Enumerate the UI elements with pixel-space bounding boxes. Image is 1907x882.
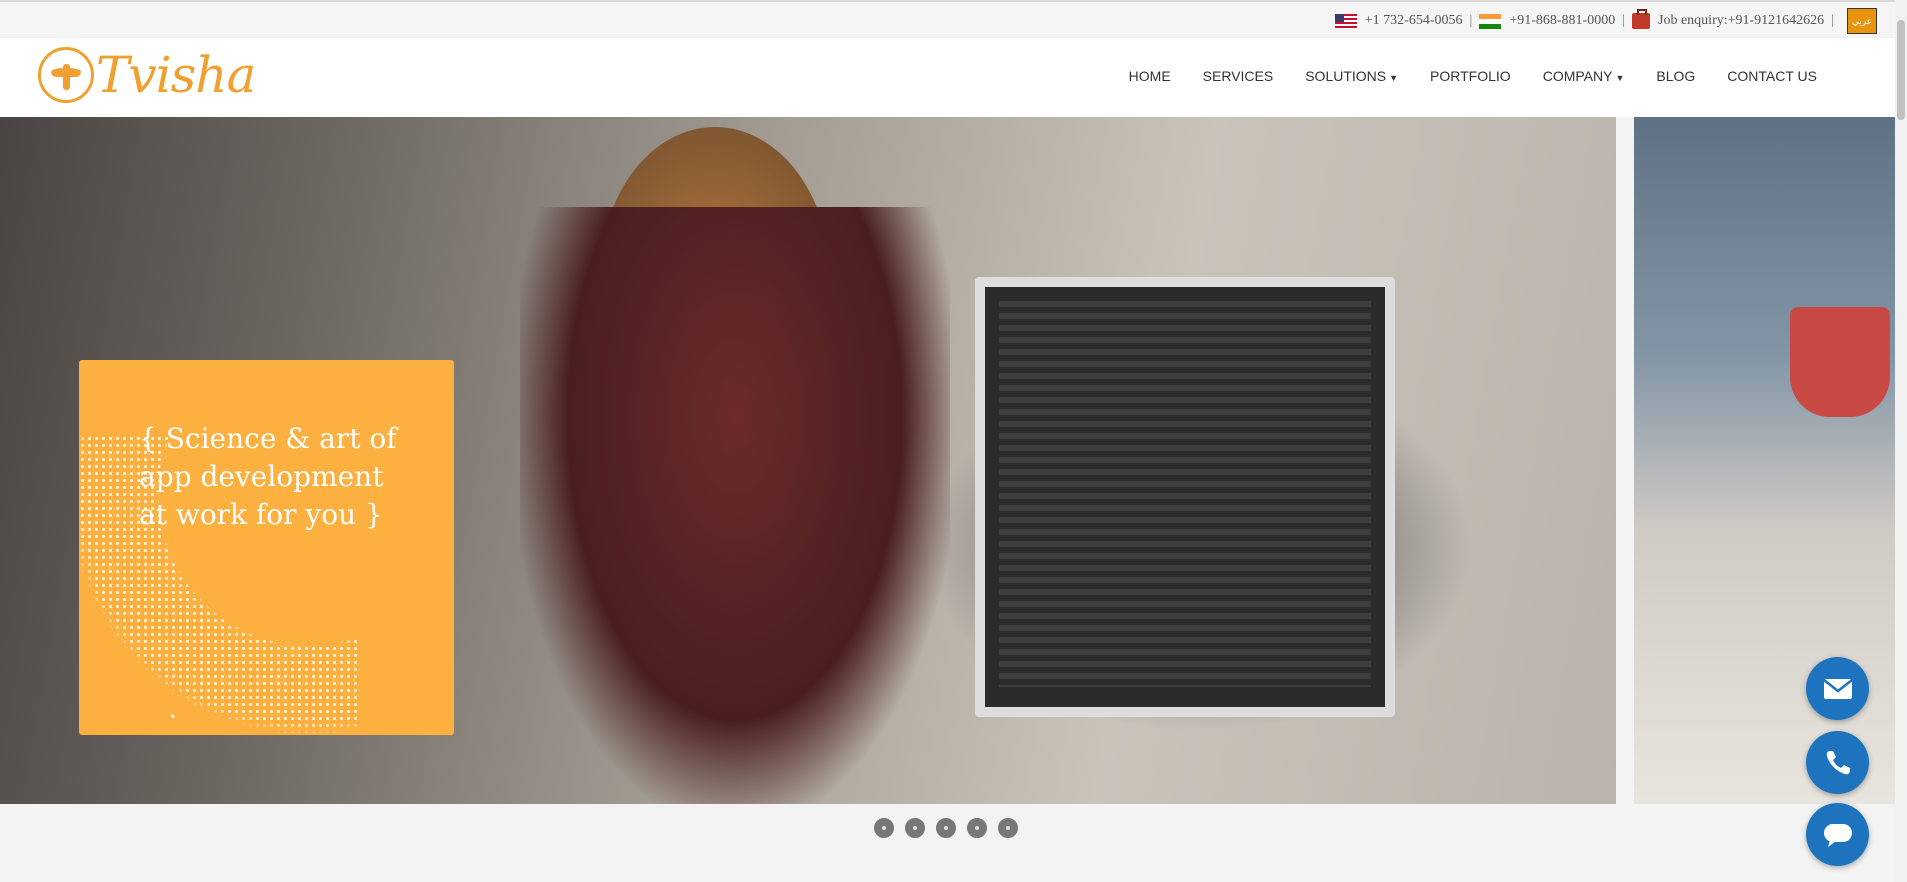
chat-button[interactable] [1806,803,1869,866]
email-button[interactable] [1806,657,1869,720]
site-header: Tvisha HOME SERVICES SOLUTIONS ▼ PORTFOLI… [0,38,1907,117]
next-slide-mug [1790,307,1890,417]
slider-dot-3[interactable] [936,818,956,838]
scrollbar-thumb[interactable] [1897,20,1905,120]
job-enquiry[interactable]: Job enquiry:+91-9121642626 [1658,13,1824,29]
nav-solutions[interactable]: SOLUTIONS ▼ [1289,68,1414,84]
tagline-line-2: app development [139,460,384,493]
nav-label: SERVICES [1202,68,1274,84]
top-contact-bar: +1 732-654-0056 | +91-868-881-0000 | Job… [0,0,1907,38]
briefcase-icon [1632,9,1651,29]
hero-tagline: { Science & art of app development at wo… [139,420,409,534]
contact-info: +1 732-654-0056 | +91-868-881-0000 | Job… [1334,8,1877,34]
separator: | [1469,13,1473,28]
slider-dot-5[interactable] [998,818,1018,838]
nav-label: BLOG [1656,68,1696,84]
phone-button[interactable] [1806,731,1869,794]
nav-company[interactable]: COMPANY ▼ [1527,68,1641,84]
india-phone[interactable]: +91-868-881-0000 [1509,13,1615,29]
mail-icon [1822,678,1853,699]
hero-monitor [975,277,1395,717]
hero-person [520,207,950,804]
nav-label: SOLUTIONS [1305,68,1387,84]
chevron-down-icon: ▼ [1615,73,1625,83]
separator: | [1831,13,1834,28]
nav-label: CONTACT US [1727,68,1817,84]
logo-text: Tvisha [96,46,256,104]
slider-pagination [874,818,1018,838]
page-scrollbar[interactable] [1895,0,1907,882]
nav-services[interactable]: SERVICES [1187,68,1290,84]
hero-slider[interactable]: { Science & art of app development at wo… [0,117,1907,804]
logo-mark-icon [38,47,94,103]
language-button[interactable]: عربي [1847,8,1877,34]
phone-icon [1826,750,1850,774]
nav-portfolio[interactable]: PORTFOLIO [1414,68,1527,84]
slider-dot-2[interactable] [905,818,925,838]
india-flag-icon [1479,13,1502,29]
slider-dot-4[interactable] [967,818,987,838]
us-phone[interactable]: +1 732-654-0056 [1365,13,1463,29]
nav-label: COMPANY [1542,68,1613,84]
separator: | [1622,13,1626,28]
slider-dot-1[interactable] [874,818,894,838]
logo[interactable]: Tvisha [38,46,256,104]
hero-card: { Science & art of app development at wo… [79,360,454,735]
nav-blog[interactable]: BLOG [1640,68,1711,84]
nav-contact-us[interactable]: CONTACT US [1711,68,1833,84]
chevron-down-icon: ▼ [1389,73,1399,83]
tagline-line-3: at work for you } [139,498,383,531]
us-flag-icon [1334,13,1357,29]
tagline-line-1: { Science & art of [139,422,397,455]
main-nav: HOME SERVICES SOLUTIONS ▼ PORTFOLIO COMPA… [1113,68,1833,84]
nav-home[interactable]: HOME [1113,68,1187,84]
nav-label: PORTFOLIO [1430,68,1511,84]
chat-icon [1823,823,1852,847]
nav-label: HOME [1128,68,1171,84]
